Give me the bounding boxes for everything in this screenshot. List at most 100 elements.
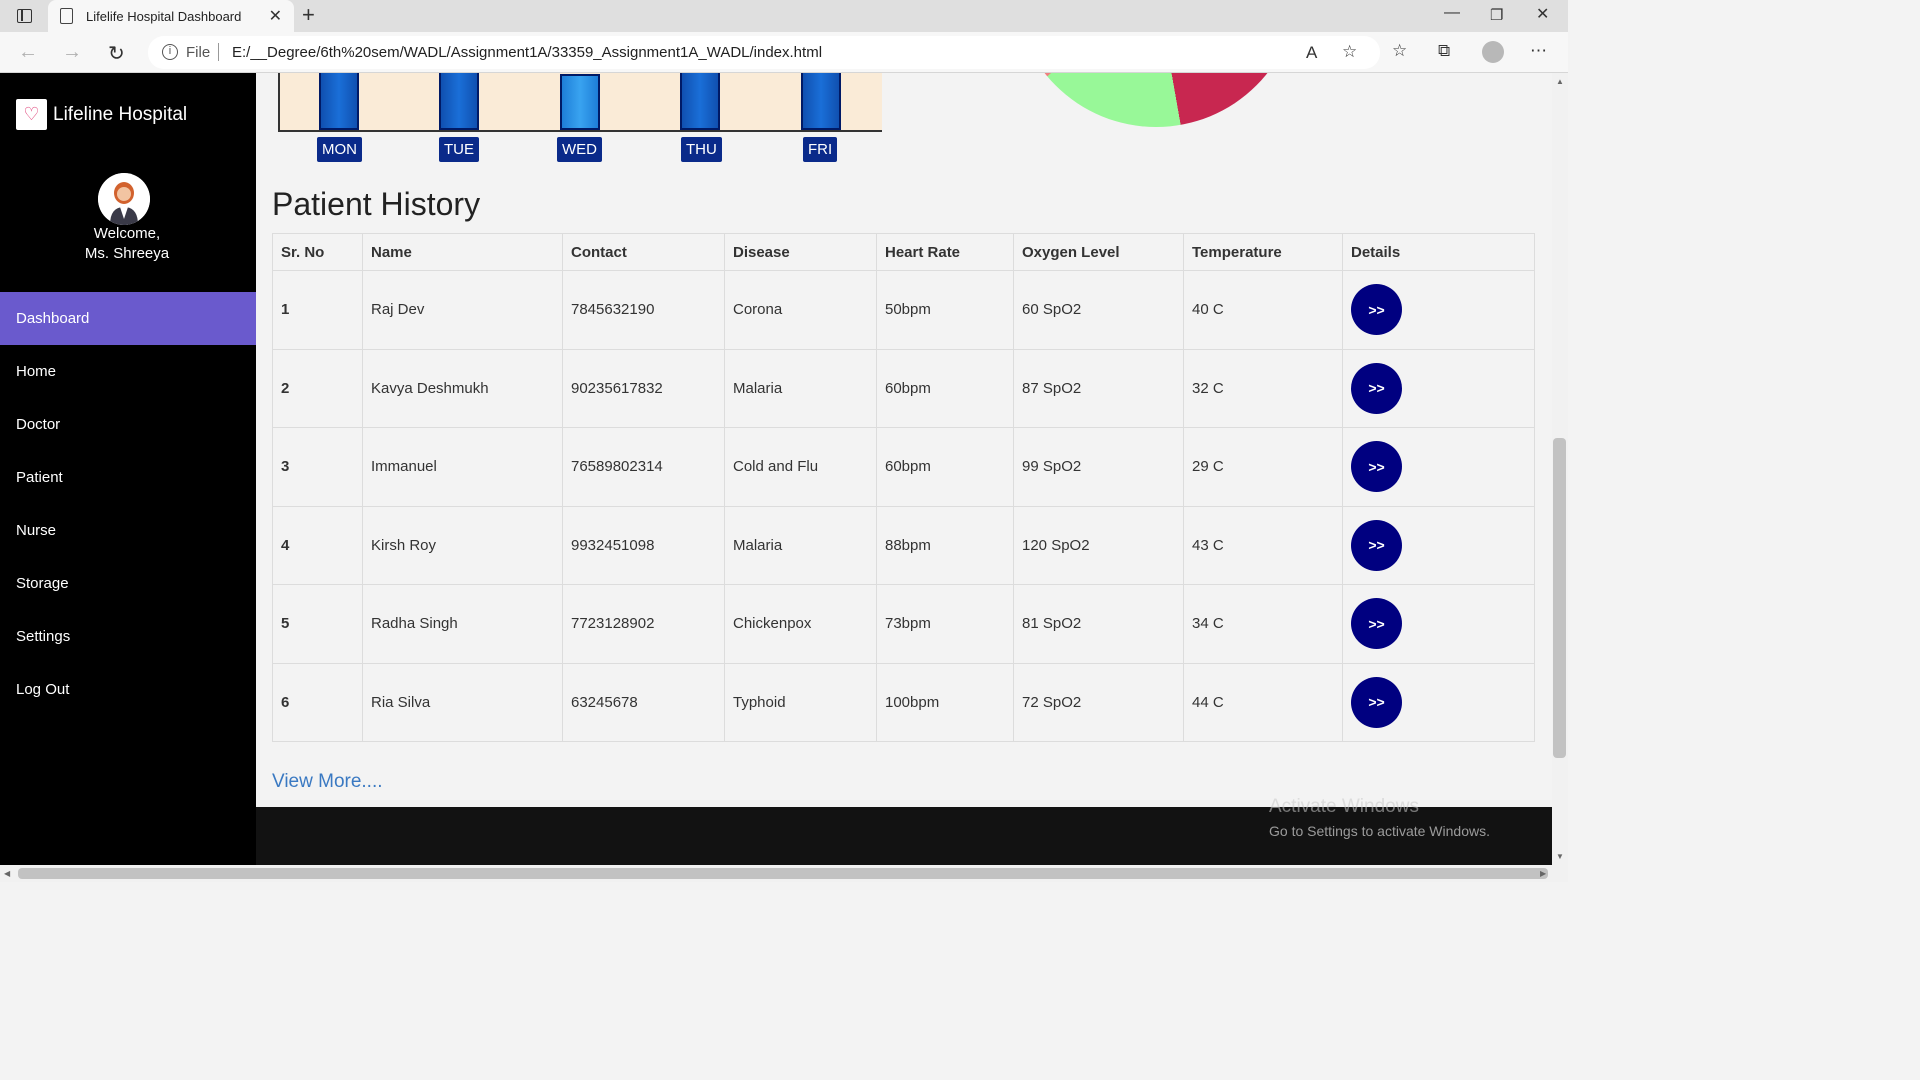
- reload-icon[interactable]: ↻: [108, 41, 125, 66]
- scroll-up-icon[interactable]: ▲: [1556, 77, 1564, 86]
- bar-tue: [439, 73, 479, 130]
- more-options-icon[interactable]: ⋯: [1530, 41, 1547, 61]
- column-header: Oxygen Level: [1013, 233, 1184, 271]
- cell-name: Immanuel: [362, 427, 563, 507]
- scroll-right-icon[interactable]: ▶: [1540, 869, 1546, 878]
- cell-contact: 7845632190: [562, 270, 725, 350]
- pie-chart: [1014, 73, 1298, 127]
- restore-icon[interactable]: ❐: [1490, 6, 1503, 24]
- nav-item-logout[interactable]: Log Out: [0, 663, 256, 716]
- close-tab-icon[interactable]: ✕: [269, 6, 282, 26]
- url-text[interactable]: E:/__Degree/6th%20sem/WADL/Assignment1A/…: [232, 44, 822, 61]
- details-button[interactable]: >>: [1351, 441, 1402, 493]
- watermark-subtitle: Go to Settings to activate Windows.: [1269, 823, 1490, 839]
- cell-sr: 2: [272, 348, 363, 428]
- table-row: 4 Kirsh Roy 9932451098 Malaria 88bpm 120 SpO2…: [272, 505, 1535, 585]
- welcome-message: Welcome, Ms. Shreeya: [0, 224, 254, 264]
- scroll-down-icon[interactable]: ▼: [1556, 852, 1564, 861]
- cell-details: >>: [1342, 662, 1535, 742]
- watermark-title: Activate Windows: [1269, 796, 1419, 817]
- cell-name: Kavya Deshmukh: [362, 348, 563, 428]
- sidebar-toggle-icon[interactable]: [17, 9, 32, 23]
- info-icon[interactable]: i: [162, 44, 178, 60]
- scroll-left-icon[interactable]: ◀: [4, 869, 10, 878]
- favorites-icon[interactable]: ☆: [1392, 41, 1407, 61]
- file-label: File: [186, 44, 211, 61]
- cell-sr: 5: [272, 584, 363, 664]
- cell-sr: 3: [272, 427, 363, 507]
- read-aloud-icon[interactable]: A: [1306, 43, 1317, 63]
- url-field[interactable]: i File E:/__Degree/6th%20sem/WADL/Assign…: [148, 36, 1380, 69]
- cell-details: >>: [1342, 270, 1535, 350]
- tab-title: Lifelife Hospital Dashboard: [86, 9, 242, 24]
- table-row: 5 Radha Singh 7723128902 Chickenpox 73bpm 81 …: [272, 584, 1535, 664]
- sidebar: ♡ Lifeline Hospital Welcome, Ms. Shreeya…: [0, 73, 256, 865]
- cell-disease: Cold and Flu: [724, 427, 877, 507]
- section-title: Patient History: [272, 186, 481, 222]
- add-favorite-icon[interactable]: ☆: [1342, 42, 1357, 62]
- cell-temperature: 34 C: [1183, 584, 1343, 664]
- welcome-line1: Welcome,: [93, 225, 161, 242]
- page-viewport: ♡ Lifeline Hospital Welcome, Ms. Shreeya…: [0, 73, 1552, 865]
- heart-logo-icon: ♡: [16, 99, 47, 130]
- view-more-link[interactable]: View More....: [272, 771, 383, 793]
- cell-heart-rate: 100bpm: [876, 662, 1014, 742]
- tick-label-mon: MON: [317, 137, 362, 162]
- column-header: Sr. No: [272, 233, 363, 271]
- details-button[interactable]: >>: [1351, 598, 1402, 650]
- avatar: [98, 173, 150, 225]
- cell-oxygen: 72 SpO2: [1013, 662, 1184, 742]
- cell-sr: 4: [272, 505, 363, 585]
- cell-sr: 1: [272, 270, 363, 350]
- nav-item-storage[interactable]: Storage: [0, 557, 256, 610]
- cell-temperature: 44 C: [1183, 662, 1343, 742]
- tick-label-tue: TUE: [439, 137, 479, 162]
- nav-item-home[interactable]: Home: [0, 345, 256, 398]
- table-header-row: Sr. No Name Contact Disease Heart Rate O…: [272, 233, 1535, 271]
- cell-name: Kirsh Roy: [362, 505, 563, 585]
- bar-thu: [680, 73, 720, 130]
- profile-icon[interactable]: [1482, 41, 1504, 63]
- nav-item-doctor[interactable]: Doctor: [0, 398, 256, 451]
- nav-item-settings[interactable]: Settings: [0, 610, 256, 663]
- browser-tab[interactable]: Lifelife Hospital Dashboard ✕: [48, 0, 294, 32]
- cell-details: >>: [1342, 584, 1535, 664]
- cell-oxygen: 120 SpO2: [1013, 505, 1184, 585]
- vertical-scroll-thumb[interactable]: [1553, 438, 1566, 758]
- collections-icon[interactable]: ⧉: [1438, 41, 1450, 61]
- patient-history-table: Sr. No Name Contact Disease Heart Rate O…: [272, 233, 1535, 742]
- cell-details: >>: [1342, 348, 1535, 428]
- nav-item-nurse[interactable]: Nurse: [0, 504, 256, 557]
- details-button[interactable]: >>: [1351, 284, 1402, 336]
- nav-item-dashboard[interactable]: Dashboard: [0, 292, 256, 345]
- bar-mon: [319, 73, 359, 130]
- url-separator: [218, 43, 219, 61]
- column-header: Temperature: [1183, 233, 1343, 271]
- horizontal-scroll-thumb[interactable]: [18, 868, 1548, 879]
- table-row: 3 Immanuel 76589802314 Cold and Flu 60bpm 99 …: [272, 427, 1535, 507]
- cell-contact: 76589802314: [562, 427, 725, 507]
- details-button[interactable]: >>: [1351, 676, 1402, 728]
- cell-name: Ria Silva: [362, 662, 563, 742]
- details-button[interactable]: >>: [1351, 362, 1402, 414]
- nav-item-patient[interactable]: Patient: [0, 451, 256, 504]
- cell-oxygen: 60 SpO2: [1013, 270, 1184, 350]
- details-button[interactable]: >>: [1351, 519, 1402, 571]
- cell-disease: Typhoid: [724, 662, 877, 742]
- cell-disease: Corona: [724, 270, 877, 350]
- cell-disease: Malaria: [724, 348, 877, 428]
- back-icon[interactable]: ←: [18, 41, 38, 64]
- cell-temperature: 29 C: [1183, 427, 1343, 507]
- column-header: Disease: [724, 233, 877, 271]
- column-header: Details: [1342, 233, 1535, 271]
- brand[interactable]: ♡ Lifeline Hospital: [16, 99, 187, 130]
- cell-contact: 7723128902: [562, 584, 725, 664]
- forward-icon[interactable]: →: [62, 41, 82, 64]
- cell-temperature: 40 C: [1183, 270, 1343, 350]
- tick-label-wed: WED: [557, 137, 602, 162]
- window-close-icon[interactable]: ✕: [1536, 4, 1549, 24]
- new-tab-button[interactable]: +: [302, 2, 315, 28]
- minimize-icon[interactable]: —: [1444, 4, 1460, 22]
- cell-name: Raj Dev: [362, 270, 563, 350]
- cell-temperature: 32 C: [1183, 348, 1343, 428]
